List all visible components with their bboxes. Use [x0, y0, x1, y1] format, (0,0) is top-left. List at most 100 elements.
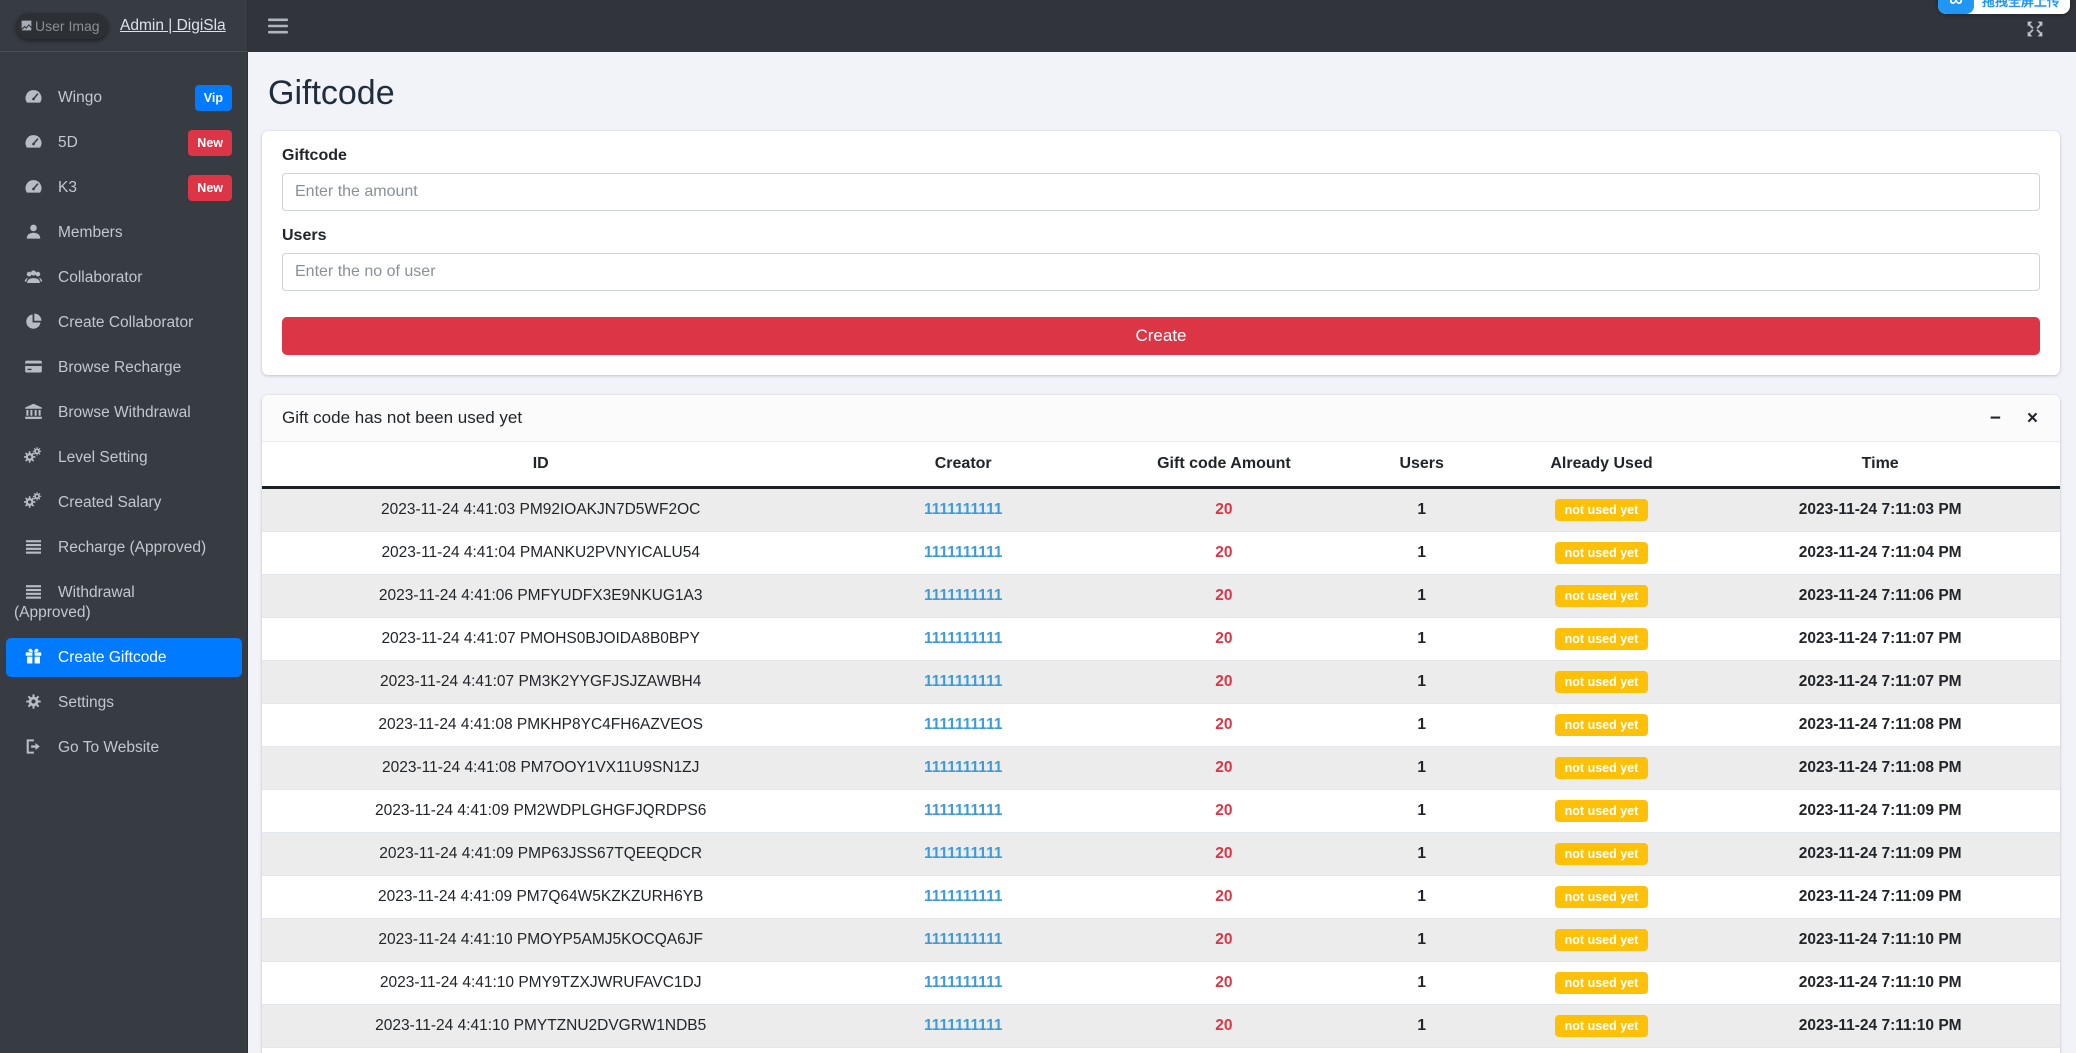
table-row: 2023-11-24 4:41:07 PM3K2YYGFJSJZAWBH4 11…: [262, 660, 2060, 704]
creator-link[interactable]: 1111111111: [819, 617, 1108, 661]
sidebar-item-created-salary[interactable]: Created Salary: [6, 483, 242, 522]
giftcode-id-cell: 2023-11-24 4:41:10 PMYTZNU2DVGRW1NDB5: [262, 1004, 820, 1048]
users-cell: 1: [1340, 531, 1503, 575]
amount-cell: 20: [1107, 660, 1341, 704]
table-row: 2023-11-24 4:41:10 PMOYP5AMJ5KOCQA6JF 11…: [262, 918, 2060, 962]
sidebar-item-browse-recharge[interactable]: Browse Recharge: [6, 348, 242, 387]
users-cell: 1: [1340, 1047, 1503, 1053]
new-badge: New: [188, 129, 232, 156]
status-cell: not used yet: [1502, 1004, 1701, 1048]
creator-link[interactable]: 1111111111: [819, 1047, 1108, 1053]
users-cell: 1: [1340, 660, 1503, 704]
amount-cell: 20: [1107, 918, 1341, 962]
users-cell: 1: [1340, 875, 1503, 919]
table-row: 2023-11-24 4:41:09 PM7Q64W5KZKZURH6YB 11…: [262, 875, 2060, 919]
time-cell: 2023-11-24 7:11:03 PM: [1700, 487, 2060, 532]
giftcode-id-cell: 2023-11-24 7:36:04 PM2HUM2YUDW1SM0WBF: [262, 1047, 820, 1053]
sidebar-item-collaborator[interactable]: Collaborator: [6, 258, 242, 297]
table-row: 2023-11-24 4:41:10 PMYTZNU2DVGRW1NDB5 11…: [262, 1004, 2060, 1048]
credit-card-icon: [24, 357, 46, 376]
status-badge: not used yet: [1554, 585, 1649, 607]
creator-link[interactable]: 1111111111: [819, 789, 1108, 833]
broken-image-icon: [20, 19, 33, 32]
time-cell: 2023-11-24 7:11:09 PM: [1700, 832, 2060, 876]
giftcode-id-cell: 2023-11-24 4:41:06 PMFYUDFX3E9NKUG1A3: [262, 574, 820, 618]
col-users: Users: [1340, 442, 1503, 489]
amount-cell: 20: [1107, 703, 1341, 747]
time-cell: 2023-11-24 7:11:09 PM: [1700, 875, 2060, 919]
status-cell: not used yet: [1502, 789, 1701, 833]
create-button[interactable]: Create: [282, 317, 2040, 355]
creator-link[interactable]: 1111111111: [819, 832, 1108, 876]
status-badge: not used yet: [1554, 628, 1649, 650]
col-amount: Gift code Amount: [1107, 442, 1341, 489]
status-badge: not used yet: [1554, 499, 1649, 521]
sidebar-item-k3[interactable]: K3 New: [6, 168, 242, 207]
sidebar-item-create-collaborator[interactable]: Create Collaborator: [6, 303, 242, 342]
giftcode-amount-input[interactable]: [282, 173, 2040, 211]
creator-link[interactable]: 1111111111: [819, 746, 1108, 790]
creator-link[interactable]: 1111111111: [819, 961, 1108, 1005]
creator-link[interactable]: 1111111111: [819, 1004, 1108, 1048]
users-cell: 1: [1340, 617, 1503, 661]
vip-badge: Vip: [194, 84, 232, 111]
status-badge: not used yet: [1554, 886, 1649, 908]
sidebar-item-settings[interactable]: Settings: [6, 683, 242, 722]
sidebar-item-5d[interactable]: 5D New: [6, 123, 242, 162]
status-cell: not used yet: [1502, 617, 1701, 661]
status-cell: not used yet: [1502, 961, 1701, 1005]
giftcode-id-cell: 2023-11-24 4:41:03 PM92IOAKJN7D5WF2OC: [262, 487, 820, 532]
table-row: 2023-11-24 4:41:07 PMOHS0BJOIDA8B0BPY 11…: [262, 617, 2060, 661]
giftcode-id-cell: 2023-11-24 4:41:07 PMOHS0BJOIDA8B0BPY: [262, 617, 820, 661]
users-count-input[interactable]: [282, 253, 2040, 291]
fullscreen-icon[interactable]: [2024, 18, 2046, 40]
giftcode-id-cell: 2023-11-24 4:41:08 PM7OOY1VX11U9SN1ZJ: [262, 746, 820, 790]
sidebar-item-create-giftcode[interactable]: Create Giftcode: [6, 638, 242, 677]
table-row: 2023-11-24 4:41:04 PMANKU2PVNYICALU54 11…: [262, 531, 2060, 575]
creator-link[interactable]: 1111111111: [819, 918, 1108, 962]
creator-link[interactable]: 1111111111: [819, 531, 1108, 575]
users-cell: 1: [1340, 703, 1503, 747]
table-row: 2023-11-24 4:41:03 PM92IOAKJN7D5WF2OC 11…: [262, 487, 2060, 532]
sidebar-toggle-button[interactable]: [268, 18, 288, 34]
creator-link[interactable]: 1111111111: [819, 875, 1108, 919]
sidebar-item-wingo[interactable]: Wingo Vip: [6, 78, 242, 117]
col-creator: Creator: [819, 442, 1108, 489]
sidebar-item-browse-withdrawal[interactable]: Browse Withdrawal: [6, 393, 242, 432]
sidebar-item-level-setting[interactable]: Level Setting: [6, 438, 242, 477]
close-button[interactable]: ×: [2027, 409, 2038, 428]
status-badge: not used yet: [1554, 929, 1649, 951]
status-cell: not used yet: [1502, 1047, 1701, 1053]
sidebar-item-withdrawal-approved[interactable]: Withdrawal (Approved): [6, 573, 242, 632]
creator-link[interactable]: 1111111111: [819, 487, 1108, 532]
upload-overlay-label: 拖拽全屏上传: [1981, 0, 2060, 9]
sidebar-brand: User Imag Admin | DigiSla: [0, 0, 248, 52]
time-cell: 2023-11-24 7:11:10 PM: [1700, 961, 2060, 1005]
status-cell: not used yet: [1502, 746, 1701, 790]
users-icon: [24, 267, 46, 286]
giftcode-id-cell: 2023-11-24 4:41:07 PM3K2YYGFJSJZAWBH4: [262, 660, 820, 704]
giftcode-id-cell: 2023-11-24 4:41:04 PMANKU2PVNYICALU54: [262, 531, 820, 575]
amount-cell: 20: [1107, 531, 1341, 575]
status-badge: not used yet: [1554, 800, 1649, 822]
amount-cell: 20: [1107, 1004, 1341, 1048]
users-cell: 1: [1340, 1004, 1503, 1048]
amount-cell: 20: [1107, 789, 1341, 833]
sidebar-item-members[interactable]: Members: [6, 213, 242, 252]
table-row: 2023-11-24 4:41:09 PM2WDPLGHGFJQRDPS6 11…: [262, 789, 2060, 833]
upload-overlay-widget[interactable]: ∞ 拖拽全屏上传: [1937, 0, 2070, 14]
time-cell: 2023-11-24 7:11:07 PM: [1700, 660, 2060, 704]
sidebar: User Imag Admin | DigiSla Wingo Vip 5D N…: [0, 0, 248, 1053]
creator-link[interactable]: 1111111111: [819, 574, 1108, 618]
users-cell: 1: [1340, 832, 1503, 876]
sidebar-item-recharge-approved[interactable]: Recharge (Approved): [6, 528, 242, 567]
creator-link[interactable]: 1111111111: [819, 703, 1108, 747]
minimize-button[interactable]: −: [1990, 409, 2001, 428]
table-card-title: Gift code has not been used yet: [282, 408, 523, 427]
sidebar-item-go-to-website[interactable]: Go To Website: [6, 728, 242, 767]
admin-profile-link[interactable]: Admin | DigiSla: [120, 17, 226, 35]
gauge-icon: [24, 177, 46, 196]
amount-cell: 20: [1107, 1047, 1341, 1053]
status-badge: not used yet: [1554, 972, 1649, 994]
creator-link[interactable]: 1111111111: [819, 660, 1108, 704]
